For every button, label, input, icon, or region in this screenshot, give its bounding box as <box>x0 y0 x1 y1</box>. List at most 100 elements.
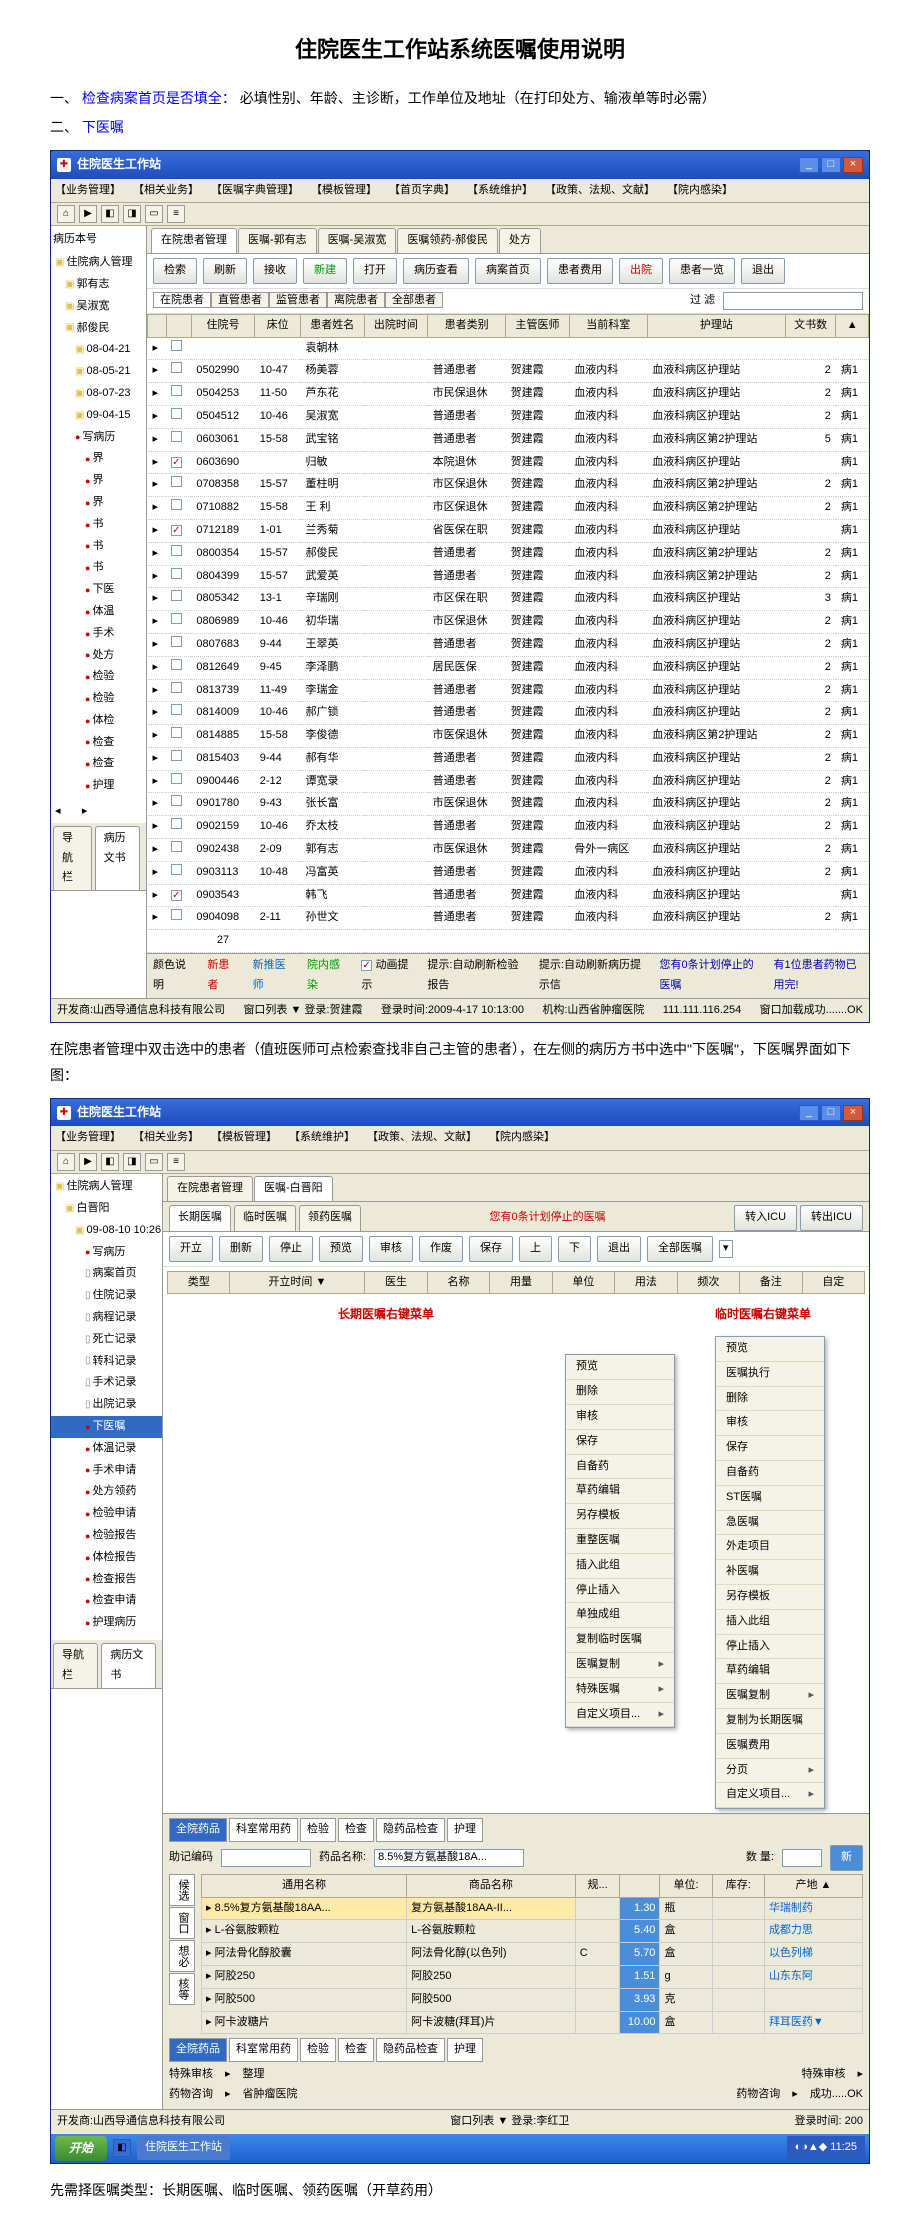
table-row[interactable]: ▸050451210-46吴淑宽普通患者贺建霞血液内科血液科病区护理站2病1 <box>148 405 869 428</box>
toolbar-button[interactable]: 病案首页 <box>475 258 541 284</box>
drug-side-tab[interactable]: 候选 <box>169 1874 195 1906</box>
menubar-item[interactable]: 【模板管理】 <box>311 181 377 201</box>
col-header[interactable]: 床位 <box>255 314 301 337</box>
order-col[interactable]: 类型 <box>168 1271 230 1294</box>
tool-icon[interactable]: ▶ <box>79 205 97 223</box>
tree-date[interactable]: ▣09-04-15 <box>51 405 146 427</box>
col-header[interactable] <box>148 314 167 337</box>
stop-msg[interactable]: 您有0条计划停止的医嘱 <box>659 956 755 996</box>
maximize-button[interactable]: □ <box>821 1105 841 1121</box>
nav-tab[interactable]: 病历文书 <box>101 1643 156 1688</box>
ctx-item[interactable]: 分页 <box>716 1759 824 1784</box>
menubar-item[interactable]: 【系统维护】 <box>467 181 533 201</box>
ctx-item[interactable]: 删除 <box>566 1380 674 1405</box>
tree-record-item[interactable]: ●检查报告 <box>51 1569 162 1591</box>
order-col[interactable]: 名称 <box>427 1271 489 1294</box>
toolbar-button[interactable]: 接收 <box>253 258 297 284</box>
tree-sub-item[interactable]: ●体检 <box>51 710 146 732</box>
ctx-item[interactable]: 另存模板 <box>566 1504 674 1529</box>
tree-sub-item[interactable]: ●护理 <box>51 775 146 797</box>
tool-icon[interactable]: ≡ <box>167 205 185 223</box>
page-tab[interactable]: 处方 <box>499 228 541 253</box>
ctx-item[interactable]: 另存模板 <box>716 1585 824 1610</box>
minimize-button[interactable]: _ <box>799 1105 819 1121</box>
tool-icon[interactable]: ◧ <box>101 205 119 223</box>
system-tray[interactable]: ◐◑▲◆ 11:25 <box>787 2136 865 2160</box>
table-row[interactable]: ▸08154039-44郝有华普通患者贺建霞血液内科血液科病区护理站2病1 <box>148 747 869 770</box>
ctx-item[interactable]: 预览 <box>566 1355 674 1380</box>
tree-record-item[interactable]: ▯住院记录 <box>51 1285 162 1307</box>
nav-tab[interactable]: 导航栏 <box>53 1643 98 1688</box>
ctx-item[interactable]: 预览 <box>716 1337 824 1362</box>
drug-side-tab[interactable]: 核等 <box>169 1973 195 2005</box>
toolbar-button[interactable]: 病历查看 <box>403 258 469 284</box>
ctx-item[interactable]: 审核 <box>716 1411 824 1436</box>
tree-sub-item[interactable]: ●检验 <box>51 666 146 688</box>
tree-date[interactable]: ▣08-07-23 <box>51 383 146 405</box>
toolbar-button[interactable]: 出院 <box>619 258 663 284</box>
page-tab[interactable]: 医嘱-白晋阳 <box>254 1176 333 1201</box>
order-button[interactable]: 预览 <box>319 1236 363 1262</box>
tree-patient[interactable]: ▣白晋阳 <box>51 1198 162 1220</box>
close-button[interactable]: × <box>843 157 863 173</box>
tree-doctor[interactable]: ▣吴淑宽 <box>51 296 146 318</box>
tree-sub-item[interactable]: ●检查 <box>51 732 146 754</box>
drug-row[interactable]: ▸ 阿胶250阿胶2501.51g山东东阿 <box>202 1965 863 1988</box>
drug-row[interactable]: ▸ L-谷氨胺颗粒L-谷氨胺颗粒5.40盒成都力思 <box>202 1920 863 1943</box>
tree-record-item[interactable]: ●体检报告 <box>51 1547 162 1569</box>
table-row[interactable]: ▸0603690归敏本院退休贺建霞血液内科血液科病区护理站病1 <box>148 451 869 474</box>
tree-sub-item[interactable]: ●书 <box>51 514 146 536</box>
tree-sub-item[interactable]: ●手术 <box>51 623 146 645</box>
page-tab[interactable]: 在院患者管理 <box>151 228 237 253</box>
drug-tab-bottom[interactable]: 科室常用药 <box>229 2038 298 2062</box>
drug-tab-bottom[interactable]: 全院药品 <box>169 2038 227 2062</box>
tool-icon[interactable]: ⌂ <box>57 205 75 223</box>
tree-record-item[interactable]: ▯死亡记录 <box>51 1329 162 1351</box>
ctx-item[interactable]: 外走项目 <box>716 1535 824 1560</box>
tree-sub-item[interactable]: ●界 <box>51 470 146 492</box>
minimize-button[interactable]: _ <box>799 157 819 173</box>
table-row[interactable]: ▸09017809-43张长富市医保退休贺建霞血液内科血液科病区护理站2病1 <box>148 793 869 816</box>
menubar-item[interactable]: 【院内感染】 <box>667 181 733 201</box>
col-header[interactable]: ▲ <box>836 314 869 337</box>
filter-tab[interactable]: 监管患者 <box>269 292 327 308</box>
ctx-item[interactable]: 重整医嘱 <box>566 1529 674 1554</box>
table-row[interactable]: ▸071088215-58王 利市区保退休贺建霞血液内科血液科病区第2护理站2病… <box>148 497 869 520</box>
order-button[interactable]: 全部医嘱 <box>647 1236 713 1262</box>
menubar-item[interactable]: 【医嘱字典管理】 <box>211 181 299 201</box>
ctx-item[interactable]: 医嘱执行 <box>716 1362 824 1387</box>
tree-record-item[interactable]: ▯转科记录 <box>51 1351 162 1373</box>
tree-record-item[interactable]: ●检验申请 <box>51 1503 162 1525</box>
col-header[interactable]: 患者姓名 <box>300 314 364 337</box>
tree-record-item[interactable]: ●处方领药 <box>51 1481 162 1503</box>
drug-name-input[interactable]: 8.5%复方氨基酸18A... <box>374 1849 524 1867</box>
order-col[interactable]: 备注 <box>740 1271 802 1294</box>
tool-icon[interactable]: ◨ <box>123 205 141 223</box>
table-row[interactable]: ▸050299010-47杨美蓉普通患者贺建霞血液内科血液科病区护理站2病1 <box>148 360 869 383</box>
col-header[interactable]: 护理站 <box>647 314 785 337</box>
order-type-tab[interactable]: 领药医嘱 <box>299 1205 361 1231</box>
tree-record-item[interactable]: ●写病历 <box>51 1242 162 1264</box>
drug-done-msg[interactable]: 有1位患者药物已用完! <box>774 956 863 996</box>
ctx-item[interactable]: 医嘱复制 <box>566 1653 674 1678</box>
order-type-tab[interactable]: 长期医嘱 <box>169 1205 231 1231</box>
table-row[interactable]: ▸09004462-12谭宽录普通患者贺建霞血液内科血液科病区护理站2病1 <box>148 770 869 793</box>
order-button[interactable]: 作废 <box>419 1236 463 1262</box>
table-row[interactable]: ▸090215910-46乔太枝普通患者贺建霞血液内科血液科病区护理站2病1 <box>148 816 869 839</box>
table-row[interactable]: ▸080439915-57武爱英普通患者贺建霞血液内科血液科病区第2护理站2病1 <box>148 565 869 588</box>
tree-sub-item[interactable]: ●检验 <box>51 688 146 710</box>
spec-label2[interactable]: 整理 <box>243 2065 265 2085</box>
drug-side-tab[interactable]: 窗口 <box>169 1907 195 1939</box>
quick-launch-icon[interactable]: ◧ <box>113 2139 131 2157</box>
filter-tab[interactable]: 在院患者 <box>153 292 211 308</box>
tree-sub-item[interactable]: ●处方 <box>51 645 146 667</box>
tree-record-item[interactable]: ●下医嘱 <box>51 1416 162 1438</box>
menubar-item[interactable]: 【政策、法规、文献】 <box>545 181 655 201</box>
menubar-item[interactable]: 【政策、法规、文献】 <box>367 1128 477 1148</box>
drug-tab[interactable]: 护理 <box>447 1818 483 1842</box>
ctx-item[interactable]: 保存 <box>566 1430 674 1455</box>
table-row[interactable]: ▸090311310-48冯富英普通患者贺建霞血液内科血液科病区护理站2病1 <box>148 861 869 884</box>
filter-tab[interactable]: 离院患者 <box>327 292 385 308</box>
tree-root2[interactable]: ▣住院病人管理 <box>51 1176 162 1198</box>
table-row[interactable]: ▸081373911-49李瑞金普通患者贺建霞血液内科血液科病区护理站2病1 <box>148 679 869 702</box>
